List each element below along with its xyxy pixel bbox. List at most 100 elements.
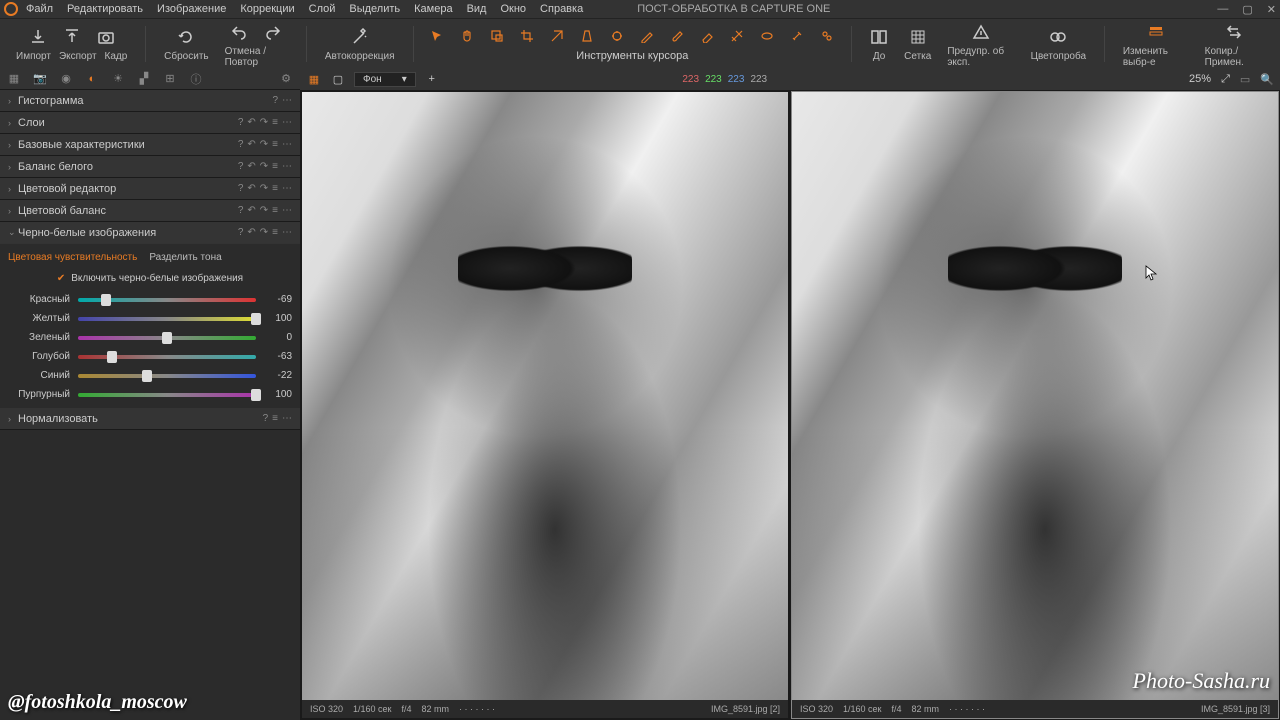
radial-tool-icon[interactable] [757,26,777,46]
import-icon[interactable] [29,28,47,46]
panel-coloredit[interactable]: ›Цветовой редактор?↶↷≡⋯ [0,178,300,200]
slider-track[interactable] [78,336,256,340]
panel-normalize[interactable]: ›Нормализовать?≡⋯ [0,408,300,430]
autocorrect-label: Автокоррекция [325,51,395,62]
slider-thumb[interactable] [251,389,261,401]
export-icon[interactable] [63,28,81,46]
minimize-button[interactable]: — [1217,3,1228,16]
menu-camera[interactable]: Камера [414,3,452,15]
image-pane-left[interactable]: ISO 3201/160 секf/482 mm · · · · · · · I… [302,92,788,718]
zoom-level[interactable]: 25% [1189,73,1211,85]
hand-tool-icon[interactable] [457,26,477,46]
tab-adjust-icon[interactable]: ⊞ [162,71,178,87]
tab-exposure-icon[interactable]: ☀ [110,71,126,87]
before-label: До [873,51,885,62]
panel-wb[interactable]: ›Баланс белого?↶↷≡⋯ [0,156,300,178]
slider-thumb[interactable] [251,313,261,325]
slider-track[interactable] [78,393,256,397]
grid-icon[interactable] [909,28,927,46]
camera-icon[interactable] [97,28,115,46]
edit-selected-icon[interactable] [1147,23,1165,41]
slider-track[interactable] [78,374,256,378]
mouse-cursor-icon [1145,265,1157,281]
maximize-button[interactable]: ▢ [1242,3,1252,16]
slider-thumb[interactable] [162,332,172,344]
exposure-warning-icon[interactable] [972,23,990,41]
subtab-splittone[interactable]: Разделить тона [149,252,221,263]
export-label: Экспорт [59,51,97,62]
slider-yellow[interactable]: Желтый100 [0,309,300,328]
subtab-sensitivity[interactable]: Цветовая чувствительность [8,252,137,263]
reset-label: Сбросить [164,51,208,62]
slider-thumb[interactable] [142,370,152,382]
brush-tool-icon[interactable] [667,26,687,46]
slider-thumb[interactable] [107,351,117,363]
tab-meta-icon[interactable]: ⓘ [188,71,204,87]
help-icon[interactable]: ? [272,95,278,106]
slider-track[interactable] [78,355,256,359]
search-icon[interactable]: 🔍 [1260,73,1274,86]
crop-label: Кадр [105,51,128,62]
multi-view-icon[interactable]: ▦ [306,71,322,87]
enable-bw-checkbox[interactable]: ✔Включить черно-белые изображения [0,267,300,290]
menu-dots-icon[interactable]: ⋯ [282,95,292,106]
tab-color-icon[interactable]: ◐ [84,71,100,87]
close-button[interactable]: ✕ [1267,3,1276,16]
slider-thumb[interactable] [101,294,111,306]
keystone-tool-icon[interactable] [577,26,597,46]
rotate-tool-icon[interactable] [547,26,567,46]
reset-icon[interactable] [177,28,195,46]
slider-track[interactable] [78,298,256,302]
crop-tool-icon[interactable] [517,26,537,46]
menu-image[interactable]: Изображение [157,3,226,15]
panel-base[interactable]: ›Базовые характеристики?↶↷≡⋯ [0,134,300,156]
copy-apply-icon[interactable] [1225,23,1243,41]
zoom-fit-icon[interactable]: ⤢ [1221,73,1230,86]
loupe-tool-icon[interactable] [487,26,507,46]
slider-blue[interactable]: Синий-22 [0,366,300,385]
slider-cyan[interactable]: Голубой-63 [0,347,300,366]
wand-icon[interactable] [351,28,369,46]
heal-tool-icon[interactable] [787,26,807,46]
panel-colorbal[interactable]: ›Цветовой баланс?↶↷≡⋯ [0,200,300,222]
before-after-icon[interactable] [870,28,888,46]
menu-edit[interactable]: Редактировать [67,3,143,15]
viewer: ▦ ▢ Фон▾ + 223 223 223 223 25% ⤢ ▭ 🔍 [300,68,1280,720]
clone-tool-icon[interactable] [817,26,837,46]
single-view-icon[interactable]: ▢ [330,71,346,87]
tab-details-icon[interactable]: ▞ [136,71,152,87]
layer-dropdown[interactable]: Фон▾ [354,72,416,87]
tab-output-icon[interactable]: ⚙ [278,71,294,87]
tab-library-icon[interactable]: ▦ [6,71,22,87]
menu-view[interactable]: Вид [467,3,487,15]
slider-green[interactable]: Зеленый0 [0,328,300,347]
slider-magenta[interactable]: Пурпурный100 [0,385,300,404]
menu-help[interactable]: Справка [540,3,583,15]
panel-bw[interactable]: ⌄Черно-белые изображения?↶↷≡⋯ [0,222,300,244]
nav-left-icon[interactable]: ▭ [1240,73,1250,86]
pen-tool-icon[interactable] [637,26,657,46]
panel-histogram[interactable]: ›Гистограмма?⋯ [0,90,300,112]
menu-select[interactable]: Выделить [349,3,400,15]
pointer-tool-icon[interactable] [427,26,447,46]
image-pane-right[interactable]: ISO 3201/160 секf/482 mm · · · · · · · I… [792,92,1278,718]
tab-capture-icon[interactable]: 📷 [32,71,48,87]
slider-red[interactable]: Красный-69 [0,290,300,309]
panel-layers[interactable]: ›Слои?↶↷≡⋯ [0,112,300,134]
add-layer-icon[interactable]: + [424,71,440,87]
spot-tool-icon[interactable] [607,26,627,46]
main-toolbar: Импорт Экспорт Кадр Сбросить Отмена / По… [0,18,1280,68]
gradient-tool-icon[interactable] [727,26,747,46]
menu-window[interactable]: Окно [500,3,526,15]
proof-icon[interactable] [1049,28,1067,46]
slider-track[interactable] [78,317,256,321]
photo-preview [302,92,788,700]
eraser-tool-icon[interactable] [697,26,717,46]
image-info-left: ISO 3201/160 секf/482 mm · · · · · · · I… [302,700,788,718]
menu-adjustments[interactable]: Коррекции [240,3,294,15]
redo-icon[interactable] [264,23,282,41]
tab-lens-icon[interactable]: ◉ [58,71,74,87]
undo-icon[interactable] [230,23,248,41]
menu-layer[interactable]: Слой [309,3,336,15]
menu-file[interactable]: Файл [26,3,53,15]
